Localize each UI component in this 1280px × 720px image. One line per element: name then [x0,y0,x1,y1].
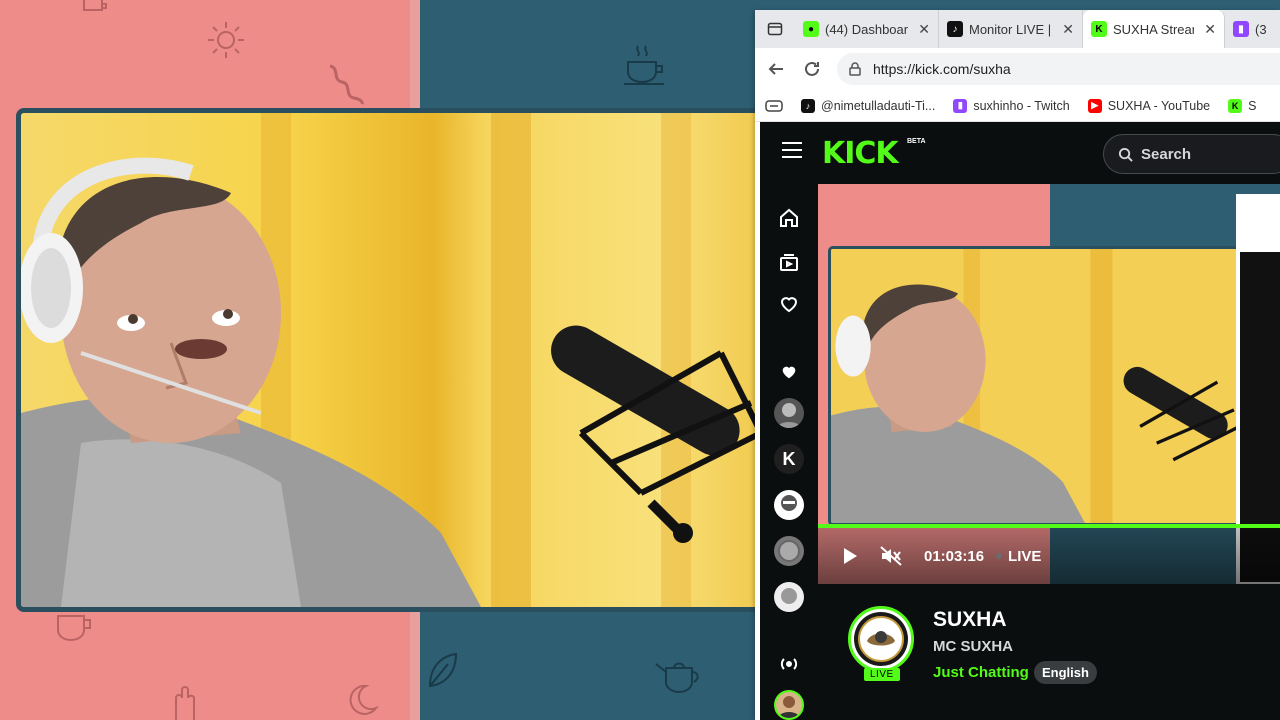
kick-channel-avatar[interactable]: K [774,444,804,474]
search-placeholder: Search [1141,145,1192,163]
play-icon[interactable] [842,547,858,565]
twitch-icon: ▮ [1233,21,1249,37]
tab-list-button[interactable] [755,10,795,48]
live-indicator: LIVE [996,548,1041,565]
live-broadcast-icon [777,652,801,676]
volume-muted-icon[interactable] [880,546,902,566]
followed-channel-avatar[interactable] [774,398,804,428]
kick-page: KICK BETA Search K 01:03:16 LIVE LIVE SU… [760,122,1280,720]
tab-twitch[interactable]: ▮ (3 [1225,10,1280,48]
tiktok-icon: ♪ [947,21,963,37]
language-tag[interactable]: English [1034,661,1097,684]
hand-doodle-icon [175,686,195,720]
player-webcam-video [828,246,1248,526]
site-info-icon[interactable] [847,61,863,77]
teapot-doodle-icon [655,662,699,694]
mug-doodle-icon [57,615,91,642]
live-badge: LIVE [864,668,900,681]
bookmarks-bar: ♪ @nimetulladauti-Ti... ▮ suxhinho - Twi… [755,90,1280,122]
stream-uptime: 01:03:16 [924,547,985,565]
bookmark-twitch[interactable]: ▮ suxhinho - Twitch [953,98,1070,113]
recommended-channel-avatar[interactable] [774,690,804,720]
bookmarks-apps-icon[interactable] [765,99,783,112]
tab-label: (3 [1255,21,1267,37]
home-icon[interactable] [777,206,801,230]
search-icon [1118,147,1133,162]
moon-doodle-icon [349,684,379,715]
youtube-icon: ▶ [1087,98,1102,113]
tab-label: SUXHA Stream [1113,21,1195,37]
kick-icon: K [1228,98,1243,113]
squiggle-doodle-icon [329,64,364,105]
bookmark-kick[interactable]: K S [1228,98,1257,113]
channel-avatar[interactable] [848,606,914,672]
tab-monitor-live[interactable]: ♪ Monitor LIVE | ✕ [939,10,1083,48]
tab-list-icon [767,22,783,36]
following-icon[interactable] [777,292,801,316]
channel-info: LIVE SUXHA MC SUXHA Just Chatting Englis… [818,584,1280,720]
kick-dashboard-icon: ● [803,21,819,37]
tab-label: Monitor LIVE | [969,21,1052,37]
channel-name[interactable]: SUXHA [933,608,1007,632]
back-button[interactable] [765,58,787,80]
leaf-doodle-icon [428,652,458,688]
reload-icon [805,61,819,76]
bookmark-youtube[interactable]: ▶ SUXHA - YouTube [1087,98,1211,113]
beta-label: BETA [907,138,926,145]
live-label: LIVE [1008,547,1042,565]
kick-header: KICK BETA Search [760,122,1280,184]
followed-channel-avatar[interactable] [774,490,804,520]
close-tab-icon[interactable]: ✕ [1204,21,1216,38]
browser-toolbar: https://kick.com/suxha [755,48,1280,90]
menu-icon[interactable] [782,142,802,158]
stream-title: MC SUXHA [933,638,1014,655]
browser-window: ● (44) Dashboar ✕ ♪ Monitor LIVE | ✕ K S… [755,10,1280,720]
twitch-icon: ▮ [953,98,968,113]
coffee-cup-doodle-icon [624,45,664,85]
browse-icon[interactable] [777,250,801,274]
kick-logo[interactable]: KICK [822,136,899,171]
bookmark-label: S [1248,98,1257,113]
reload-button[interactable] [801,58,823,80]
followed-channel-avatar[interactable] [774,536,804,566]
bookmark-label: suxhinho - Twitch [973,98,1070,113]
tab-label: (44) Dashboar [825,21,909,37]
followed-channels-heart-icon [777,360,801,384]
kick-sidebar: K [760,184,818,720]
url-text: https://kick.com/suxha [873,61,1011,77]
bookmark-tiktok[interactable]: ♪ @nimetulladauti-Ti... [801,98,936,113]
tab-suxha-stream[interactable]: K SUXHA Stream ✕ [1083,10,1225,48]
kick-icon: K [1091,21,1107,37]
search-input[interactable]: Search [1103,134,1280,174]
back-arrow-icon [768,63,783,75]
tab-bar: ● (44) Dashboar ✕ ♪ Monitor LIVE | ✕ K S… [755,10,1280,48]
tab-dashboard[interactable]: ● (44) Dashboar ✕ [795,10,939,48]
stream-category[interactable]: Just Chatting [933,664,1029,681]
tiktok-icon: ♪ [801,98,815,113]
close-tab-icon[interactable]: ✕ [918,21,930,38]
sun-doodle-icon [208,22,244,58]
video-player[interactable]: 01:03:16 LIVE [818,184,1280,584]
address-bar[interactable]: https://kick.com/suxha [837,53,1280,85]
webcam-video [16,108,776,612]
close-tab-icon[interactable]: ✕ [1062,21,1074,38]
player-controls: 01:03:16 LIVE [818,528,1280,584]
followed-channel-avatar[interactable] [774,582,804,612]
cup-doodle-icon [83,0,107,11]
bookmark-label: @nimetulladauti-Ti... [821,98,936,113]
bookmark-label: SUXHA - YouTube [1107,98,1211,113]
